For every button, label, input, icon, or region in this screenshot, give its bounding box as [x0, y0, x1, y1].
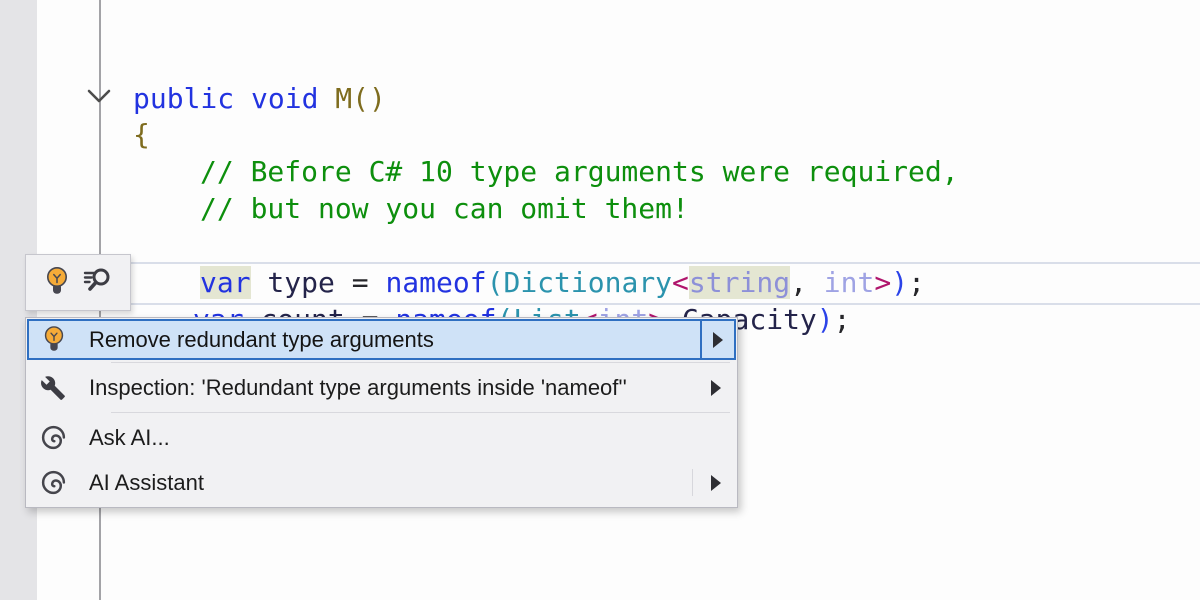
- code-token[interactable]: >: [874, 266, 891, 299]
- code-token[interactable]: <: [672, 266, 689, 299]
- menu-item-inspection[interactable]: Inspection: 'Redundant type arguments in…: [26, 365, 737, 410]
- submenu-arrow-icon: [713, 332, 723, 348]
- menu-item-label: AI Assistant: [89, 470, 204, 496]
- code-token[interactable]: var: [200, 266, 251, 299]
- menu-item-label: Inspection: 'Redundant type arguments in…: [89, 375, 627, 401]
- editor-window: public void M(){// Before C# 10 type arg…: [0, 0, 1200, 600]
- inspect-code-button[interactable]: [81, 266, 111, 299]
- code-token[interactable]: // Before C# 10 type arguments were requ…: [200, 155, 959, 188]
- code-token[interactable]: ): [817, 303, 834, 336]
- menu-item-ask-ai[interactable]: Ask AI...: [26, 415, 737, 460]
- code-token[interactable]: (: [487, 266, 504, 299]
- code-token[interactable]: type: [251, 266, 352, 299]
- menu-item-ai-assistant[interactable]: AI Assistant: [26, 460, 737, 505]
- code-token[interactable]: ;: [834, 303, 851, 336]
- menu-item-remove-redundant-type-arguments[interactable]: Remove redundant type arguments: [27, 319, 736, 360]
- menu-item-label: Ask AI...: [89, 425, 170, 451]
- lightbulb-icon: [45, 266, 69, 300]
- inspect-code-icon: [81, 266, 111, 299]
- code-token[interactable]: ,: [790, 266, 807, 299]
- code-line[interactable]: // Before C# 10 type arguments were requ…: [200, 155, 959, 189]
- code-token[interactable]: string: [689, 266, 790, 299]
- menu-separator: [111, 362, 730, 363]
- code-token[interactable]: public void: [133, 82, 335, 115]
- quickfix-popup-menu: Remove redundant type arguments Inspecti…: [25, 317, 738, 508]
- code-token[interactable]: Dictionary: [503, 266, 672, 299]
- code-line[interactable]: var type = nameof(Dictionary<string, int…: [200, 266, 925, 300]
- fold-chevron-icon[interactable]: [86, 88, 112, 109]
- submenu-arrow-icon: [711, 380, 721, 396]
- code-token[interactable]: ): [891, 266, 908, 299]
- code-token[interactable]: int: [807, 266, 874, 299]
- wrench-icon: [38, 375, 68, 401]
- code-token[interactable]: // but now you can omit them!: [200, 192, 689, 225]
- quickfix-lightbulb-button[interactable]: [45, 266, 69, 300]
- code-token[interactable]: ;: [908, 266, 925, 299]
- code-line[interactable]: public void M(): [133, 82, 386, 116]
- ai-spiral-icon: [38, 469, 68, 496]
- menu-item-label: Remove redundant type arguments: [89, 327, 434, 353]
- submenu-cell[interactable]: [700, 321, 734, 358]
- code-token[interactable]: M(): [335, 82, 386, 115]
- code-token[interactable]: nameof: [385, 266, 486, 299]
- quickfix-lens-toolbar: [25, 254, 131, 311]
- code-token[interactable]: {: [133, 118, 150, 151]
- ai-spiral-icon: [38, 424, 68, 451]
- lightbulb-icon: [39, 325, 69, 354]
- menu-separator: [111, 412, 730, 413]
- submenu-divider: [692, 469, 693, 496]
- submenu-arrow-icon: [711, 475, 721, 491]
- code-line[interactable]: {: [133, 118, 150, 152]
- code-line[interactable]: // but now you can omit them!: [200, 192, 689, 226]
- code-token[interactable]: =: [352, 266, 386, 299]
- current-line-top-border: [103, 262, 1200, 264]
